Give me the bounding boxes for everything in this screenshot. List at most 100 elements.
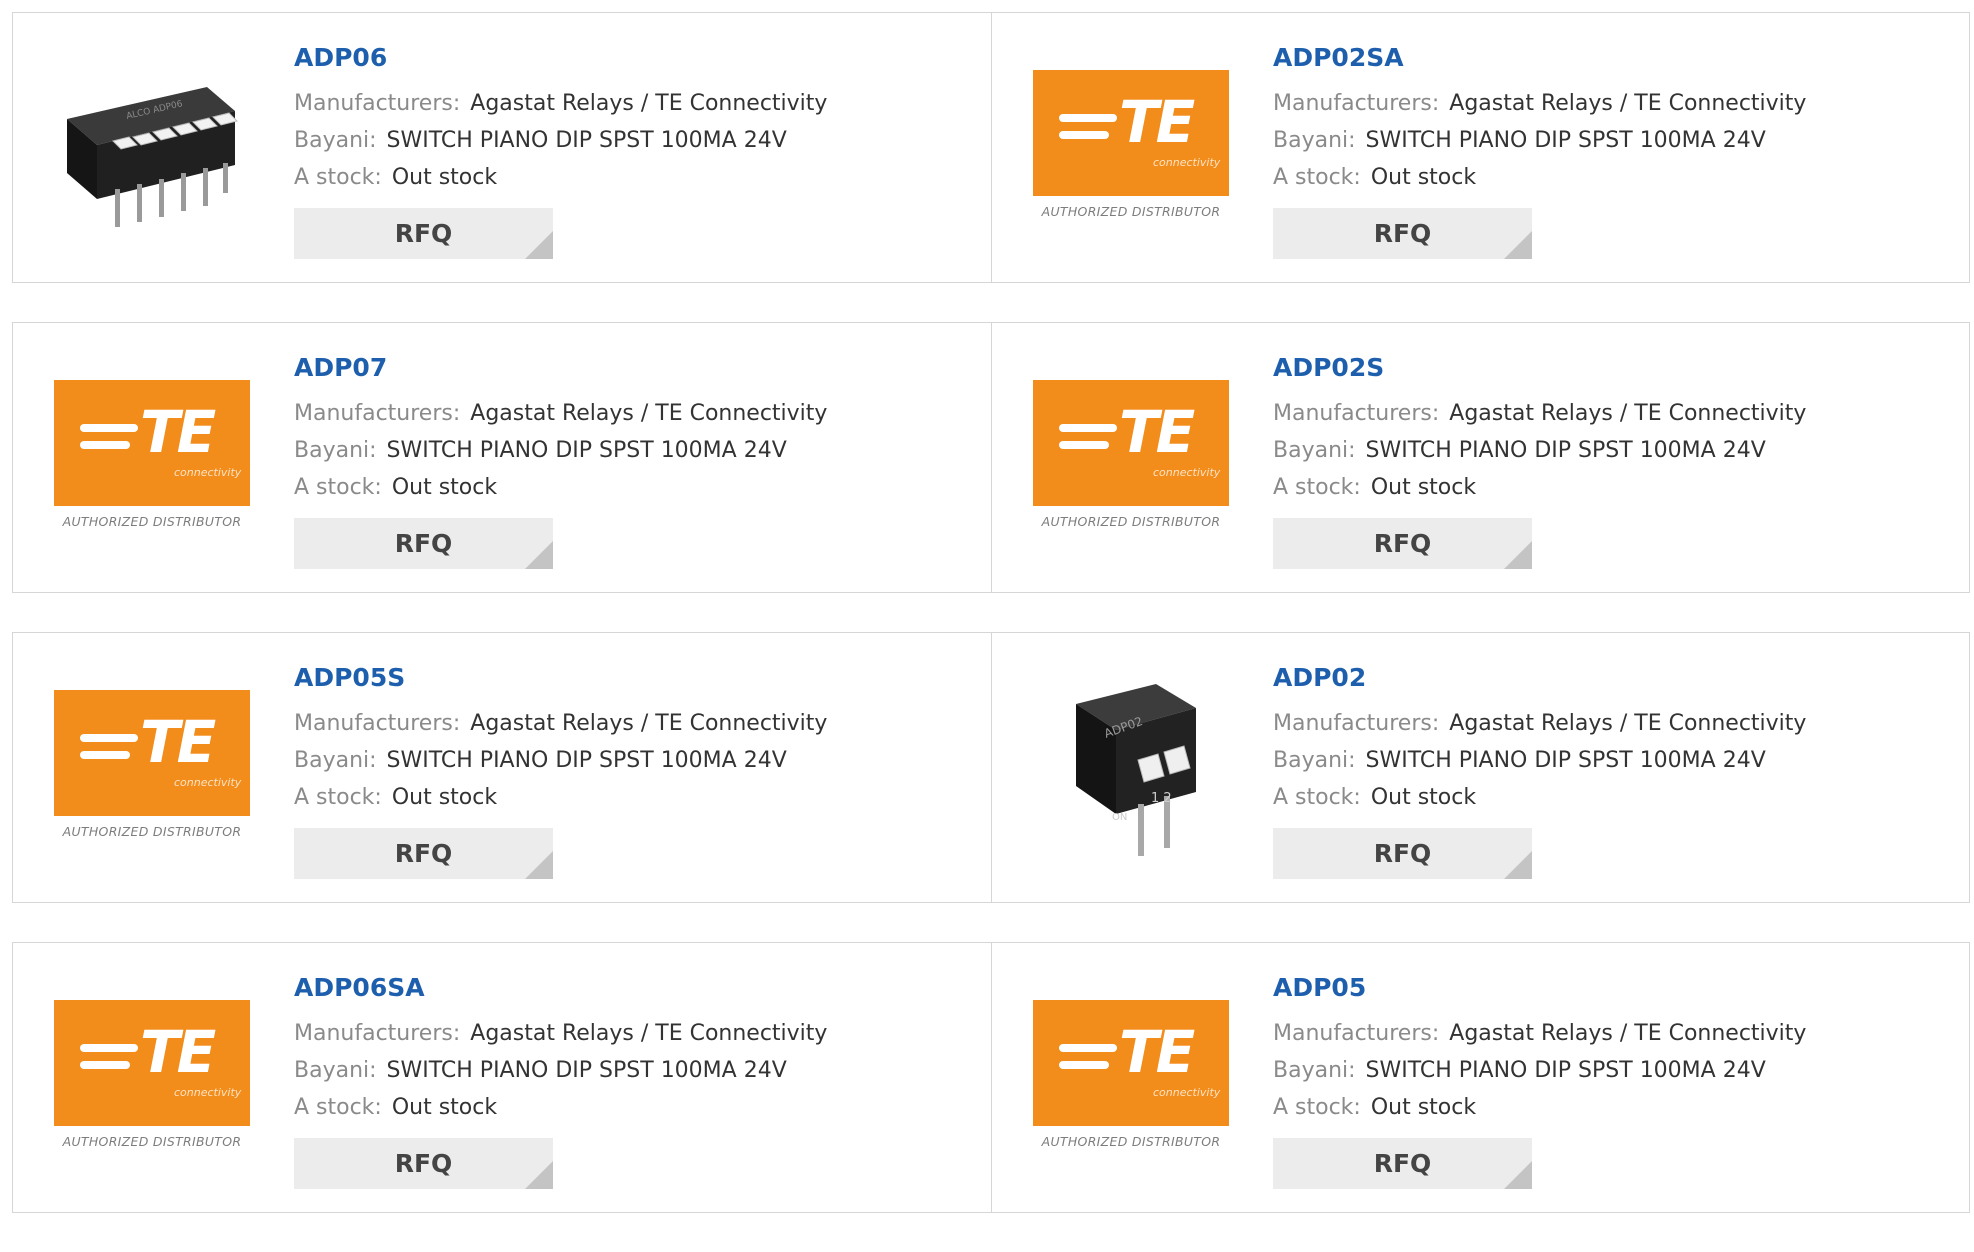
part-number-link[interactable]: ADP05 (1273, 973, 1959, 1003)
rfq-button[interactable]: RFQ (1273, 828, 1532, 879)
description-value: SWITCH PIANO DIP SPST 100MA 24V (1365, 748, 1766, 773)
corner-triangle-icon (525, 1161, 553, 1189)
part-number-link[interactable]: ADP02 (1273, 663, 1959, 693)
manufacturer-value: Agastat Relays / TE Connectivity (1449, 711, 1807, 736)
description-label: Bayani: (294, 748, 377, 773)
manufacturer-label: Manufacturers: (1273, 1021, 1440, 1046)
product-info: ADP06 Manufacturers: Agastat Relays / TE … (294, 43, 981, 259)
stock-field: A stock: Out stock (294, 469, 981, 506)
part-number-link[interactable]: ADP07 (294, 353, 981, 383)
manufacturer-label: Manufacturers: (294, 401, 461, 426)
stock-value: Out stock (391, 785, 498, 810)
product-card: ALCO ADP06 ADP06 Manufacturers: Agastat R… (13, 13, 991, 282)
product-row: TE connectivity AUTHORIZED DISTRIBUTOR A… (12, 322, 1970, 593)
description-field: Bayani: SWITCH PIANO DIP SPST 100MA 24V (294, 742, 981, 779)
part-number-link[interactable]: ADP05S (294, 663, 981, 693)
rfq-label: RFQ (394, 219, 453, 248)
corner-triangle-icon (1504, 541, 1532, 569)
product-image[interactable]: TE connectivity AUTHORIZED DISTRIBUTOR (1030, 353, 1232, 555)
rfq-button[interactable]: RFQ (1273, 1138, 1532, 1189)
stock-label: A stock: (294, 165, 382, 190)
rfq-label: RFQ (1373, 219, 1432, 248)
te-logo-badge: TE connectivity (1033, 379, 1229, 506)
dip-switch-6-photo: ALCO ADP06 (67, 87, 238, 227)
stock-label: A stock: (294, 1095, 382, 1120)
te-logo-badge: TE connectivity (54, 689, 250, 816)
stock-label: A stock: (294, 475, 382, 500)
rfq-label: RFQ (394, 839, 453, 868)
te-authorized-logo: TE connectivity AUTHORIZED DISTRIBUTOR (54, 999, 250, 1149)
corner-triangle-icon (525, 231, 553, 259)
stock-value: Out stock (1370, 165, 1477, 190)
product-row: TE connectivity AUTHORIZED DISTRIBUTOR A… (12, 942, 1970, 1213)
rfq-label: RFQ (394, 529, 453, 558)
product-image[interactable]: TE connectivity AUTHORIZED DISTRIBUTOR (1030, 973, 1232, 1175)
te-brand-text: TE (1119, 87, 1195, 156)
rfq-button[interactable]: RFQ (294, 1138, 553, 1189)
product-image[interactable]: ALCO ADP06 (51, 43, 253, 245)
product-image[interactable]: ADP02 1 2 ON (1030, 663, 1232, 865)
rfq-label: RFQ (394, 1149, 453, 1178)
product-card: TE connectivity AUTHORIZED DISTRIBUTOR A… (13, 943, 991, 1212)
rfq-button[interactable]: RFQ (294, 828, 553, 879)
manufacturer-label: Manufacturers: (294, 711, 461, 736)
svg-text:1 2: 1 2 (1151, 791, 1172, 806)
part-number-link[interactable]: ADP02SA (1273, 43, 1959, 73)
product-image[interactable]: TE connectivity AUTHORIZED DISTRIBUTOR (51, 663, 253, 865)
te-brand-text: TE (140, 1017, 216, 1086)
description-field: Bayani: SWITCH PIANO DIP SPST 100MA 24V (1273, 122, 1959, 159)
te-stripes-icon (80, 733, 138, 768)
rfq-label: RFQ (1373, 529, 1432, 558)
description-value: SWITCH PIANO DIP SPST 100MA 24V (1365, 1058, 1766, 1083)
authorized-distributor-caption: AUTHORIZED DISTRIBUTOR (62, 823, 242, 839)
rfq-button[interactable]: RFQ (1273, 518, 1532, 569)
product-image[interactable]: TE connectivity AUTHORIZED DISTRIBUTOR (51, 973, 253, 1175)
corner-triangle-icon (525, 851, 553, 879)
stock-field: A stock: Out stock (294, 1089, 981, 1126)
te-logo-badge: TE connectivity (1033, 999, 1229, 1126)
part-number-link[interactable]: ADP06 (294, 43, 981, 73)
product-image[interactable]: TE connectivity AUTHORIZED DISTRIBUTOR (51, 353, 253, 555)
description-field: Bayani: SWITCH PIANO DIP SPST 100MA 24V (294, 122, 981, 159)
part-number-link[interactable]: ADP02S (1273, 353, 1959, 383)
manufacturer-value: Agastat Relays / TE Connectivity (1449, 401, 1807, 426)
product-info: ADP02S Manufacturers: Agastat Relays / TE… (1273, 353, 1959, 569)
rfq-button[interactable]: RFQ (1273, 208, 1532, 259)
rfq-label: RFQ (1373, 839, 1432, 868)
manufacturer-value: Agastat Relays / TE Connectivity (1449, 1021, 1807, 1046)
te-stripes-icon (1059, 423, 1117, 458)
part-number-link[interactable]: ADP06SA (294, 973, 981, 1003)
description-value: SWITCH PIANO DIP SPST 100MA 24V (386, 128, 787, 153)
description-value: SWITCH PIANO DIP SPST 100MA 24V (1365, 128, 1766, 153)
product-image[interactable]: TE connectivity AUTHORIZED DISTRIBUTOR (1030, 43, 1232, 245)
description-value: SWITCH PIANO DIP SPST 100MA 24V (386, 748, 787, 773)
description-label: Bayani: (294, 1058, 377, 1083)
te-stripes-icon (1059, 113, 1117, 148)
description-label: Bayani: (1273, 748, 1356, 773)
te-tagline: connectivity (174, 1085, 242, 1099)
stock-value: Out stock (391, 165, 498, 190)
te-tagline: connectivity (174, 465, 242, 479)
stock-value: Out stock (1370, 475, 1477, 500)
te-brand-text: TE (140, 707, 216, 776)
description-field: Bayani: SWITCH PIANO DIP SPST 100MA 24V (1273, 742, 1959, 779)
manufacturer-value: Agastat Relays / TE Connectivity (470, 401, 828, 426)
description-label: Bayani: (294, 128, 377, 153)
authorized-distributor-caption: AUTHORIZED DISTRIBUTOR (1041, 203, 1221, 219)
manufacturer-label: Manufacturers: (1273, 91, 1440, 116)
manufacturer-value: Agastat Relays / TE Connectivity (1449, 91, 1807, 116)
description-field: Bayani: SWITCH PIANO DIP SPST 100MA 24V (1273, 1052, 1959, 1089)
rfq-button[interactable]: RFQ (294, 518, 553, 569)
manufacturer-label: Manufacturers: (294, 1021, 461, 1046)
stock-field: A stock: Out stock (1273, 779, 1959, 816)
stock-value: Out stock (1370, 785, 1477, 810)
manufacturer-value: Agastat Relays / TE Connectivity (470, 1021, 828, 1046)
description-label: Bayani: (1273, 1058, 1356, 1083)
authorized-distributor-caption: AUTHORIZED DISTRIBUTOR (1041, 1133, 1221, 1149)
product-card: TE connectivity AUTHORIZED DISTRIBUTOR A… (13, 323, 991, 592)
rfq-button[interactable]: RFQ (294, 208, 553, 259)
product-row: TE connectivity AUTHORIZED DISTRIBUTOR A… (12, 632, 1970, 903)
stock-label: A stock: (294, 785, 382, 810)
te-tagline: connectivity (1153, 465, 1221, 479)
product-card: ADP02 1 2 ON ADP02 Manufacturers: Agastat… (991, 633, 1969, 902)
